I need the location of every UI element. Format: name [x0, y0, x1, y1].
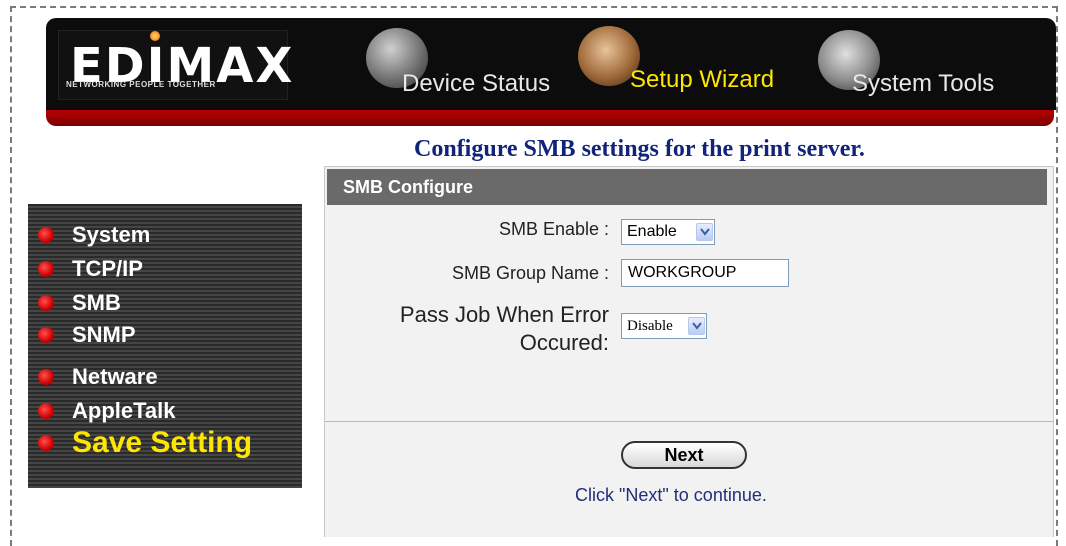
bullet-icon: [38, 295, 54, 311]
header-red-bar: [46, 110, 1054, 126]
sidebar-item-tcpip[interactable]: TCP/IP: [38, 256, 143, 282]
smb-enable-label: SMB Enable :: [498, 219, 609, 239]
nav-system-tools-label: System Tools: [852, 70, 995, 97]
smb-enable-value: Enable: [627, 223, 677, 240]
sidebar-item-smb[interactable]: SMB: [38, 290, 121, 316]
sidebar-item-netware[interactable]: Netware: [38, 364, 158, 390]
logo-tagline: NETWORKING PEOPLE TOGETHER: [66, 80, 216, 89]
sidebar: System TCP/IP SMB SNMP Netware AppleTalk…: [28, 204, 302, 488]
smb-config-panel: SMB Configure SMB Enable : Enable SMB Gr…: [324, 166, 1054, 537]
sidebar-item-label: Netware: [72, 364, 158, 389]
smb-group-name-label: SMB Group Name :: [451, 263, 609, 283]
bullet-icon: [38, 369, 54, 385]
pass-job-value: Disable: [627, 318, 673, 334]
sidebar-item-label: System: [72, 222, 151, 247]
smb-enable-select[interactable]: Enable: [621, 219, 715, 245]
nav-setup-wizard-label: Setup Wizard: [630, 66, 775, 93]
page-title: Configure SMB settings for the print ser…: [414, 136, 865, 162]
sidebar-item-label: SNMP: [72, 322, 136, 347]
sidebar-item-label: TCP/IP: [72, 256, 143, 281]
sidebar-item-label: SMB: [72, 290, 121, 315]
chevron-down-icon[interactable]: [696, 223, 713, 241]
pass-job-label-line2: Occured:: [519, 330, 609, 355]
chevron-down-icon[interactable]: [688, 317, 705, 335]
nav-device-status-label: Device Status: [402, 70, 551, 97]
sidebar-item-save-setting[interactable]: Save Setting: [38, 426, 252, 460]
next-hint: Click "Next" to continue.: [575, 485, 767, 505]
panel-divider: [325, 421, 1053, 422]
panel-title: SMB Configure: [327, 169, 1047, 205]
sidebar-item-label: AppleTalk: [72, 398, 176, 423]
pass-job-label-line1: Pass Job When Error: [399, 302, 609, 327]
logo-dot-icon: [150, 31, 160, 41]
bullet-icon: [38, 435, 54, 451]
bullet-icon: [38, 403, 54, 419]
sidebar-item-snmp[interactable]: SNMP: [38, 322, 136, 348]
smb-group-name-input[interactable]: [621, 259, 789, 287]
bullet-icon: [38, 327, 54, 343]
sidebar-item-label: Save Setting: [72, 426, 253, 459]
next-button[interactable]: Next: [621, 441, 747, 469]
sidebar-item-system[interactable]: System: [38, 222, 150, 248]
sidebar-item-appletalk[interactable]: AppleTalk: [38, 398, 176, 424]
pass-job-label: Pass Job When Error Occured:: [400, 301, 609, 357]
pass-job-select[interactable]: Disable: [621, 313, 707, 339]
bullet-icon: [38, 227, 54, 243]
bullet-icon: [38, 261, 54, 277]
